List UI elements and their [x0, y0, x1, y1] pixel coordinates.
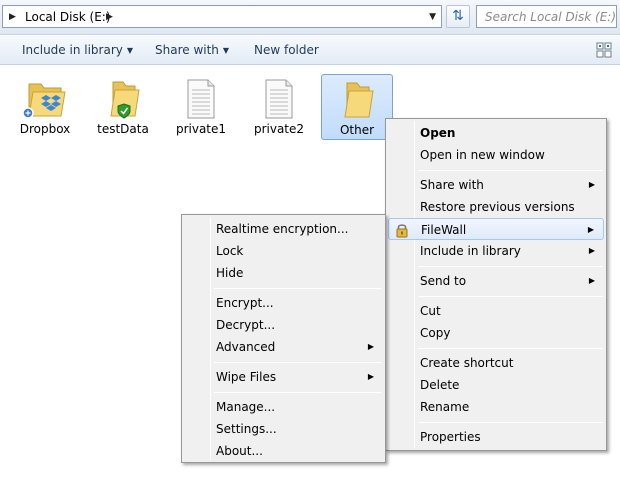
submenu-arrow-icon: ▶	[588, 180, 595, 189]
menu-item-open-new-window[interactable]: Open in new window	[388, 144, 604, 166]
menu-item-share-with[interactable]: Share with ▶	[388, 174, 604, 196]
menu-item-restore-previous-versions[interactable]: Restore previous versions	[388, 196, 604, 218]
menu-item-label: Create shortcut	[420, 356, 514, 370]
menu-separator	[214, 362, 382, 363]
menu-item-label: Share with	[420, 178, 484, 192]
menu-separator	[418, 422, 603, 423]
menu-item-encrypt[interactable]: Encrypt...	[184, 292, 383, 314]
menu-separator	[418, 296, 603, 297]
menu-item-label: FileWall	[421, 223, 467, 237]
menu-separator	[214, 288, 382, 289]
file-item-label: Other	[339, 123, 375, 137]
submenu-arrow-icon: ▶	[588, 246, 595, 255]
lock-icon	[396, 224, 408, 238]
refresh-button[interactable]: ⇅	[446, 5, 470, 28]
search-box[interactable]: Search Local Disk (E:)	[476, 5, 617, 28]
menu-separator	[418, 348, 603, 349]
file-item-other[interactable]: Other	[321, 74, 393, 140]
menu-item-realtime-encryption[interactable]: Realtime encryption...	[184, 218, 383, 240]
file-item-private2[interactable]: private2	[243, 74, 315, 140]
menu-item-manage[interactable]: Manage...	[184, 396, 383, 418]
menu-item-settings[interactable]: Settings...	[184, 418, 383, 440]
search-input-placeholder[interactable]: Search Local Disk (E:)	[485, 10, 616, 24]
menu-item-open[interactable]: Open	[388, 122, 604, 144]
dropbox-folder-icon	[22, 83, 66, 119]
breadcrumb-root-arrow-icon[interactable]: ▶	[9, 12, 16, 22]
menu-item-include-in-library[interactable]: Include in library ▶	[388, 240, 604, 262]
refresh-icon: ⇅	[452, 8, 464, 24]
menu-item-label: Hide	[216, 266, 244, 280]
breadcrumb-location[interactable]: Local Disk (E:)	[25, 10, 111, 24]
menu-item-label: Send to	[420, 274, 467, 288]
menu-item-decrypt[interactable]: Decrypt...	[184, 314, 383, 336]
address-bar[interactable]: ▶ Local Disk (E:) ▶ ▼	[2, 5, 442, 28]
menu-item-label: Settings...	[216, 422, 277, 436]
menu-item-create-shortcut[interactable]: Create shortcut	[388, 352, 604, 374]
menu-item-advanced[interactable]: Advanced ▶	[184, 336, 383, 358]
menu-item-label: Wipe Files	[216, 370, 277, 384]
menu-item-copy[interactable]: Copy	[388, 322, 604, 344]
menu-item-label: Manage...	[216, 400, 276, 414]
share-with-label: Share with	[155, 43, 219, 57]
file-item-label: testData	[97, 122, 149, 136]
address-dropdown-icon[interactable]: ▼	[429, 12, 436, 22]
menu-item-label: Encrypt...	[216, 296, 274, 310]
menu-item-label: Decrypt...	[216, 318, 276, 332]
file-item-private1[interactable]: private1	[165, 74, 237, 140]
menu-item-send-to[interactable]: Send to ▶	[388, 270, 604, 292]
menu-item-label: Lock	[216, 244, 244, 258]
menu-item-label: Copy	[420, 326, 451, 340]
menu-item-lock[interactable]: Lock	[184, 240, 383, 262]
shielded-folder-icon	[110, 81, 140, 119]
file-item-label: private2	[253, 122, 305, 136]
menu-item-label: Open in new window	[420, 148, 545, 162]
include-dropdown-icon: ▼	[126, 46, 134, 55]
document-icon	[187, 79, 215, 119]
menu-item-wipe-files[interactable]: Wipe Files ▶	[184, 366, 383, 388]
menu-item-about[interactable]: About...	[184, 440, 383, 462]
menu-item-label: Cut	[420, 304, 441, 318]
menu-item-label: About...	[216, 444, 263, 458]
submenu-arrow-icon: ▶	[588, 276, 595, 285]
new-folder-button[interactable]: New folder	[254, 43, 319, 57]
submenu-arrow-icon: ▶	[367, 342, 374, 351]
menu-item-delete[interactable]: Delete	[388, 374, 604, 396]
menu-item-label: Include in library	[420, 244, 521, 258]
share-dropdown-icon: ▼	[222, 46, 230, 55]
address-bar-row: ▶ Local Disk (E:) ▶ ▼ ⇅ Search Local Dis…	[0, 0, 620, 35]
menu-item-filewall[interactable]: FileWall ▶	[388, 218, 604, 240]
menu-item-label: Restore previous versions	[420, 200, 575, 214]
file-item-dropbox[interactable]: Dropbox	[9, 74, 81, 140]
submenu-arrow-icon: ▶	[587, 225, 594, 234]
menu-item-label: Delete	[420, 378, 460, 392]
menu-separator	[418, 170, 603, 171]
context-menu: Open Open in new window Share with ▶ Rest…	[385, 118, 607, 451]
menu-item-cut[interactable]: Cut	[388, 300, 604, 322]
folder-icon	[344, 82, 374, 118]
menu-separator	[418, 266, 603, 267]
menu-item-label: Open	[420, 126, 456, 140]
include-in-library-button[interactable]: Include in library ▼	[22, 43, 133, 57]
menu-item-label: Advanced	[216, 340, 276, 354]
filewall-submenu: Realtime encryption... Lock Hide Encrypt…	[181, 214, 386, 463]
submenu-arrow-icon: ▶	[367, 372, 374, 381]
change-view-icon[interactable]	[596, 42, 612, 58]
new-folder-label: New folder	[254, 43, 319, 57]
menu-item-label: Rename	[420, 400, 470, 414]
share-with-button[interactable]: Share with ▼	[155, 43, 229, 57]
menu-item-hide[interactable]: Hide	[184, 262, 383, 284]
menu-separator	[214, 392, 382, 393]
command-bar: Include in library ▼ Share with ▼ New fold…	[0, 36, 620, 65]
file-item-testdata[interactable]: testData	[87, 74, 159, 140]
menu-item-properties[interactable]: Properties	[388, 426, 604, 448]
file-item-label: private1	[175, 122, 227, 136]
include-in-library-label: Include in library	[22, 43, 123, 57]
breadcrumb-chevron-icon[interactable]: ▶	[106, 12, 113, 22]
menu-item-label: Properties	[420, 430, 481, 444]
file-item-label: Dropbox	[19, 122, 71, 136]
menu-item-rename[interactable]: Rename	[388, 396, 604, 418]
document-icon	[265, 79, 293, 119]
menu-item-label: Realtime encryption...	[216, 222, 349, 236]
